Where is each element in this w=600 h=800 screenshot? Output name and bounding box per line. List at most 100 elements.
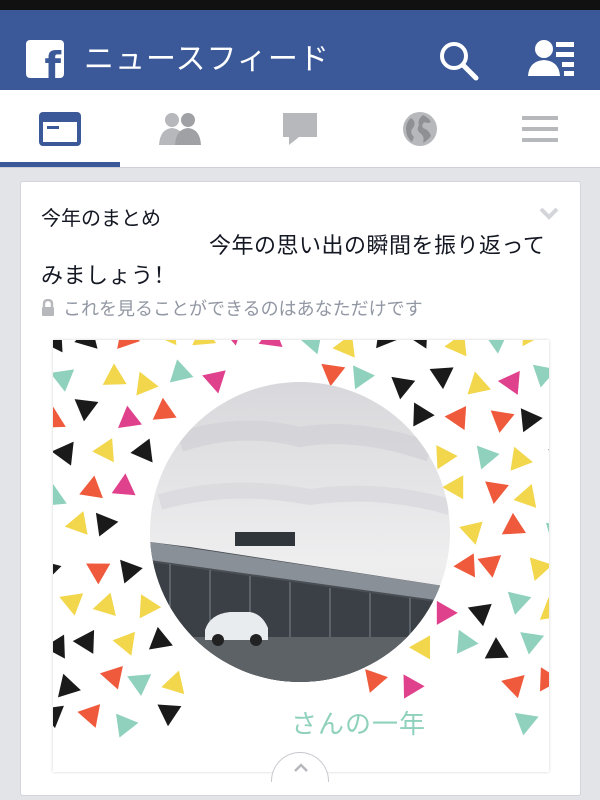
privacy-notice: これを見ることができるのはあなただけです (41, 295, 423, 321)
confetti-triangle (258, 340, 283, 347)
confetti-triangle (332, 340, 355, 358)
confetti-triangle (111, 473, 136, 496)
privacy-text: これを見ることができるのはあなただけです (63, 299, 423, 320)
tab-news-feed[interactable] (0, 90, 120, 168)
confetti-triangle (510, 446, 533, 471)
confetti-triangle (490, 410, 515, 433)
confetti-triangle (53, 634, 65, 659)
confetti-triangle (477, 555, 502, 578)
confetti-triangle (117, 340, 141, 349)
card-message: 今年の思い出の瞬間を振り返ってみましょう！ (41, 234, 546, 289)
confetti-triangle (130, 438, 153, 463)
confetti-triangle (127, 674, 152, 696)
tab-more[interactable] (480, 90, 600, 168)
confetti-triangle (497, 370, 520, 395)
confetti-triangle (321, 363, 346, 387)
confetti-triangle (545, 522, 549, 546)
confetti-triangle (429, 367, 454, 390)
confetti-triangle (53, 559, 62, 584)
confetti-triangle (92, 592, 116, 616)
tab-notifications[interactable] (360, 90, 480, 168)
confetti-triangle (413, 402, 435, 427)
confetti-triangle (459, 521, 483, 545)
confetti-triangle (514, 712, 539, 736)
confetti-triangle (406, 340, 428, 349)
card-title: 今年のまとめ (41, 206, 161, 230)
confetti-triangle (112, 631, 135, 656)
confetti-triangle (529, 557, 549, 582)
confetti-triangle (169, 359, 194, 383)
tab-messages[interactable] (240, 90, 360, 168)
confetti-triangle (57, 673, 81, 698)
confetti-triangle (154, 340, 177, 346)
search-button[interactable] (436, 38, 482, 84)
confetti-triangle (391, 376, 416, 400)
confetti-triangle (456, 629, 479, 654)
confetti-triangle (476, 445, 500, 470)
page-title: ニュースフィード (84, 42, 330, 77)
confetti-triangle (53, 483, 67, 506)
confetti-triangle (522, 340, 544, 347)
confetti-triangle (161, 670, 185, 695)
chevron-up-icon (294, 763, 308, 772)
station-photo (150, 382, 450, 682)
confetti-triangle (53, 705, 64, 729)
confetti-triangle (403, 674, 425, 699)
confetti-triangle (513, 484, 537, 508)
confetti-triangle (92, 438, 114, 463)
search-icon (440, 42, 479, 81)
confetti-triangle (53, 406, 66, 428)
confetti-triangle (501, 512, 526, 535)
year-in-review-preview[interactable]: さんの一年 (53, 340, 549, 772)
confetti-triangle (507, 591, 532, 615)
confetti-triangle (467, 603, 492, 627)
confetti-triangle (444, 340, 467, 357)
confetti-triangle (485, 481, 509, 504)
confetti-triangle (148, 626, 173, 650)
confetti-triangle (220, 340, 244, 346)
globe-icon (403, 112, 437, 146)
facebook-logo-icon[interactable]: f (26, 40, 64, 78)
year-label: さんの一年 (291, 710, 427, 740)
tab-bar (0, 90, 600, 168)
friend-requests-button[interactable] (526, 36, 580, 84)
confetti-triangle (539, 667, 549, 692)
confetti-triangle (53, 441, 74, 466)
confetti-triangle (99, 666, 123, 690)
friend-requests-icon (528, 40, 574, 76)
expand-button[interactable] (271, 752, 329, 782)
confetti-triangle (116, 713, 139, 738)
tab-friends[interactable] (120, 90, 240, 168)
confetti-triangle (501, 674, 525, 699)
menu-icon (522, 116, 558, 142)
confetti-triangle (520, 632, 545, 655)
friends-icon (159, 113, 201, 145)
confetti-triangle (376, 340, 399, 349)
profile-photo (150, 382, 450, 682)
confetti-triangle (120, 559, 143, 584)
confetti-triangle (139, 594, 162, 619)
confetti-triangle (157, 704, 182, 727)
confetti-triangle (539, 597, 549, 620)
confetti-triangle (152, 397, 177, 420)
app-bar: f ニュースフィード (0, 10, 600, 90)
confetti-triangle (77, 704, 101, 728)
confetti-triangle (118, 405, 142, 428)
chevron-down-icon[interactable] (538, 206, 560, 220)
confetti-triangle (192, 340, 217, 346)
year-in-review-card: 今年のまとめ 今年の思い出の瞬間を振り返ってみましょう！ これを見ることができる… (20, 181, 581, 796)
confetti-triangle (53, 340, 63, 353)
confetti-triangle (409, 635, 430, 660)
confetti-triangle (64, 511, 88, 535)
confetti-triangle (484, 637, 509, 659)
lock-icon (42, 299, 54, 316)
confetti-triangle (532, 364, 549, 388)
confetti-triangle (59, 593, 84, 616)
confetti-triangle (520, 408, 543, 433)
confetti-triangle (436, 600, 458, 625)
confetti-triangle (548, 449, 549, 473)
news-feed-icon (39, 112, 81, 146)
confetti-triangle (202, 370, 226, 394)
confetti-triangle (74, 399, 99, 422)
active-tab-indicator (0, 162, 120, 167)
